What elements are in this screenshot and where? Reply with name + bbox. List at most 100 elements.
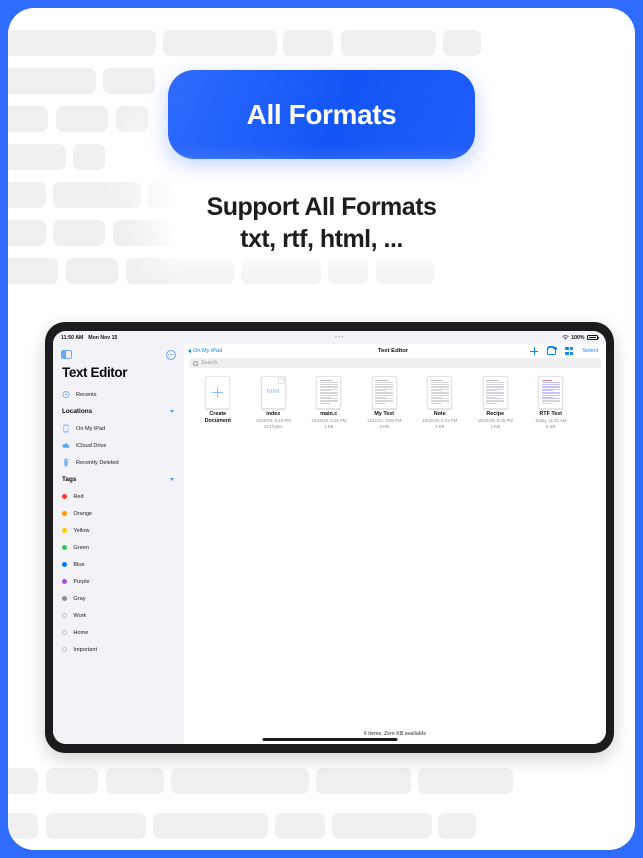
battery-percent: 100% bbox=[571, 334, 585, 341]
file-name: RTF Text bbox=[539, 411, 563, 417]
file-tile[interactable]: Recipe 10/16/19, 5:26 PM 1 KB bbox=[468, 374, 524, 430]
file-grid: Create Document html index 10/16/19, 5:19 PM… bbox=[184, 374, 606, 430]
sidebar-tag-label: Orange bbox=[73, 510, 93, 517]
skeleton-block bbox=[332, 813, 432, 839]
all-formats-badge[interactable]: All Formats bbox=[168, 70, 475, 159]
sidebar-section-label: Locations bbox=[62, 408, 93, 415]
sidebar-tag-list: Red Orange Yellow Green Blue Purple Gray Work Ho… bbox=[61, 488, 176, 658]
subhead-line-1: Support All Formats bbox=[206, 193, 437, 221]
sidebar-section-locations[interactable]: Locations bbox=[61, 403, 176, 420]
app-frame: All Formats Support All Formats txt, rtf… bbox=[0, 0, 643, 858]
file-thumbnail: html bbox=[260, 374, 286, 410]
status-date: Mon Nov 15 bbox=[88, 334, 118, 341]
home-indicator[interactable] bbox=[262, 738, 397, 741]
create-document-plus-icon bbox=[205, 375, 231, 409]
file-name: Note bbox=[433, 411, 446, 417]
file-tile[interactable]: Note 10/16/19, 5:23 PM 2 KB bbox=[412, 374, 468, 430]
sidebar-tag-yellow[interactable]: Yellow bbox=[61, 522, 176, 539]
new-folder-icon[interactable] bbox=[547, 346, 558, 355]
sidebar-tag-label: Blue bbox=[73, 561, 85, 568]
sidebar-toggle-icon[interactable] bbox=[61, 350, 72, 359]
file-thumbnail bbox=[316, 374, 342, 410]
file-tile[interactable]: RTF Text Today, 11:42 AM 5 KB bbox=[523, 374, 579, 430]
file-name-line-2: Document bbox=[204, 418, 231, 425]
tag-color-dot-icon bbox=[62, 561, 68, 568]
sidebar-tag-red[interactable]: Red bbox=[61, 488, 176, 505]
sidebar-tag-label: Gray bbox=[73, 595, 86, 602]
chevron-down-icon[interactable] bbox=[170, 410, 174, 413]
files-sidebar: Text Editor Recents Locations On My iPad… bbox=[53, 344, 184, 744]
multitask-handle[interactable]: ••• bbox=[117, 335, 561, 341]
skeleton-block bbox=[8, 813, 38, 839]
clock-icon bbox=[62, 391, 70, 398]
sidebar-tag-important[interactable]: Important bbox=[61, 641, 176, 658]
skeleton-block bbox=[153, 813, 268, 839]
select-button[interactable]: Select bbox=[582, 348, 598, 354]
sidebar-tag-home[interactable]: Home bbox=[61, 624, 176, 641]
chevron-down-icon[interactable] bbox=[170, 478, 174, 481]
file-size: 5 KB bbox=[546, 424, 556, 430]
file-size: 143 bytes bbox=[263, 424, 283, 430]
files-navigation-bar: On My iPad Text Editor Select bbox=[184, 344, 606, 358]
rtf-document-icon bbox=[538, 375, 564, 409]
sidebar-tag-label: Purple bbox=[73, 578, 90, 585]
sidebar-tag-orange[interactable]: Orange bbox=[61, 505, 176, 522]
file-thumbnail bbox=[482, 374, 508, 410]
skeleton-block bbox=[8, 768, 38, 794]
sidebar-item-label: On My iPad bbox=[76, 425, 106, 432]
more-circle-icon[interactable] bbox=[166, 349, 176, 360]
html-label: html bbox=[266, 388, 280, 395]
plus-icon[interactable] bbox=[530, 347, 539, 355]
sidebar-tag-gray[interactable]: Gray bbox=[61, 590, 176, 607]
wifi-icon bbox=[562, 335, 569, 340]
text-document-icon bbox=[482, 375, 508, 409]
skeleton-block bbox=[46, 813, 146, 839]
file-tile[interactable]: html index 10/16/19, 5:19 PM 143 bytes bbox=[246, 374, 302, 430]
sidebar-item-icloud-drive[interactable]: iCloud Drive bbox=[61, 437, 176, 454]
skeleton-block bbox=[46, 768, 98, 794]
sidebar-item-label: iCloud Drive bbox=[76, 442, 107, 449]
search-icon bbox=[193, 360, 198, 366]
html-file-icon: html bbox=[260, 375, 286, 409]
text-document-icon bbox=[371, 375, 397, 409]
promo-card: All Formats Support All Formats txt, rtf… bbox=[8, 8, 635, 850]
back-button[interactable]: On My iPad bbox=[188, 348, 278, 354]
file-tile[interactable]: main.c 10/16/19, 5:18 PM 1 KB bbox=[301, 374, 357, 430]
file-thumbnail bbox=[427, 374, 453, 410]
sidebar-tag-purple[interactable]: Purple bbox=[61, 573, 176, 590]
file-name: Recipe bbox=[486, 411, 505, 417]
create-document-tile[interactable]: Create Document bbox=[190, 374, 246, 430]
file-tile[interactable]: My Text 11/11/21, 3:06 PM 2 KB bbox=[357, 374, 413, 430]
file-size: 1 KB bbox=[324, 424, 334, 430]
skeleton-block bbox=[8, 258, 58, 284]
skeleton-block bbox=[38, 30, 156, 56]
skeleton-block bbox=[443, 30, 481, 56]
sidebar-tag-label: Green bbox=[73, 544, 89, 551]
page-title: Text Editor bbox=[377, 348, 409, 354]
file-name: main.c bbox=[320, 411, 338, 417]
file-thumbnail bbox=[371, 374, 397, 410]
sidebar-section-tags[interactable]: Tags bbox=[61, 471, 176, 488]
skeleton-block bbox=[316, 768, 411, 794]
sidebar-item-recently-deleted[interactable]: Recently Deleted bbox=[61, 454, 176, 471]
status-bar-left: 11:50 AM Mon Nov 15 bbox=[61, 335, 117, 341]
sidebar-item-recents[interactable]: Recents bbox=[61, 386, 176, 403]
sidebar-tag-green[interactable]: Green bbox=[61, 539, 176, 556]
tag-color-dot-icon bbox=[62, 595, 68, 602]
grid-view-icon[interactable] bbox=[565, 347, 574, 355]
sidebar-item-on-my-ipad[interactable]: On My iPad bbox=[61, 420, 176, 437]
chevron-left-icon bbox=[188, 349, 191, 353]
sidebar-tag-blue[interactable]: Blue bbox=[61, 556, 176, 573]
search-input[interactable]: Search bbox=[189, 358, 601, 368]
skeleton-block bbox=[275, 813, 325, 839]
text-document-icon bbox=[316, 375, 342, 409]
subhead-line-2: txt, rtf, html, ... bbox=[240, 225, 403, 253]
files-content-pane: On My iPad Text Editor Select Search Cre… bbox=[184, 344, 606, 744]
sidebar-section-label: Tags bbox=[62, 476, 77, 483]
search-placeholder: Search bbox=[201, 360, 218, 366]
skeleton-block bbox=[418, 768, 513, 794]
sidebar-tag-work[interactable]: Work bbox=[61, 607, 176, 624]
skeleton-block bbox=[171, 768, 309, 794]
file-thumbnail bbox=[205, 374, 231, 410]
tag-color-dot-icon bbox=[62, 527, 68, 534]
